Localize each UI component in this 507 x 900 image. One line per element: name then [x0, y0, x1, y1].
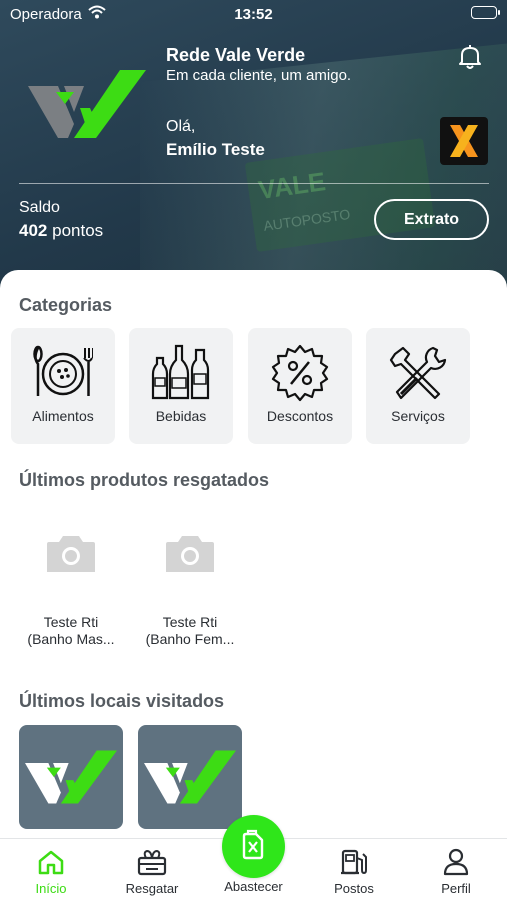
product-name: Teste Rti (Banho Mas... [19, 614, 123, 648]
brand-logo [25, 750, 117, 804]
tab-inicio[interactable]: Início [11, 847, 91, 896]
home-icon [11, 847, 91, 877]
brand-logo [144, 750, 236, 804]
greeting-label: Olá, [166, 118, 196, 135]
tab-perfil[interactable]: Perfil [416, 847, 496, 896]
tools-icon [366, 344, 470, 402]
category-card-bebidas[interactable]: Bebidas [129, 328, 233, 444]
brand-logo [28, 68, 146, 145]
status-bar: Operadora 13:52 [0, 0, 507, 28]
place-card[interactable] [19, 725, 123, 829]
bottles-icon [129, 344, 233, 402]
product-name-line2: (Banho Fem... [145, 631, 235, 647]
statement-button[interactable]: Extrato [374, 199, 489, 240]
tab-resgatar[interactable]: Resgatar [112, 847, 192, 896]
category-label: Bebidas [155, 408, 207, 424]
header-divider [19, 183, 489, 184]
product-name: Teste Rti (Banho Fem... [138, 614, 242, 648]
battery-icon [471, 6, 500, 19]
category-label: Descontos [266, 408, 334, 424]
category-label: Alimentos [32, 408, 94, 424]
notifications-bell-icon[interactable] [458, 44, 482, 75]
product-name-line1: Teste Rti [43, 614, 99, 630]
content-sheet: Categorias Alimentos Bebidas Descontos S… [0, 270, 507, 900]
product-name-line1: Teste Rti [162, 614, 218, 630]
gift-icon [112, 847, 192, 877]
balance-unit: pontos [52, 221, 104, 240]
category-card-descontos[interactable]: Descontos [248, 328, 352, 444]
brand-slogan: Em cada cliente, um amigo. [166, 67, 352, 84]
user-name: Emílio Teste [166, 140, 265, 159]
tab-postos[interactable]: Postos [314, 847, 394, 896]
camera-placeholder-icon [164, 534, 216, 579]
place-card[interactable] [138, 725, 242, 829]
tab-label: Resgatar [125, 881, 179, 896]
tab-label: Início [35, 881, 67, 896]
balance-label: Saldo [19, 199, 60, 216]
status-time: 13:52 [234, 6, 273, 23]
fuel-can-icon [240, 828, 268, 865]
gas-pump-icon [314, 847, 394, 877]
balance-value: 402 pontos [19, 221, 103, 241]
partner-x-logo-icon[interactable] [440, 117, 488, 165]
tab-label: Perfil [441, 881, 471, 896]
category-card-alimentos[interactable]: Alimentos [11, 328, 115, 444]
user-icon [416, 847, 496, 877]
tab-label: Postos [334, 881, 374, 896]
brand-name: Rede Vale Verde [166, 45, 306, 65]
camera-placeholder-icon [45, 534, 97, 579]
category-card-servicos[interactable]: Serviços [366, 328, 470, 444]
abastecer-label: Abastecer [224, 879, 283, 894]
product-name-line2: (Banho Mas... [27, 631, 115, 647]
recent-places-title: Últimos locais visitados [19, 691, 225, 711]
product-card[interactable]: Teste Rti (Banho Mas... [19, 520, 123, 660]
balance-amount: 402 [19, 221, 48, 240]
discount-badge-icon [248, 344, 352, 402]
app-header: VALE AUTOPOSTO Operadora 13:52 Rede Vale… [0, 0, 507, 292]
category-label: Serviços [391, 408, 445, 424]
recent-products-title: Últimos produtos resgatados [19, 470, 270, 490]
abastecer-fab-button[interactable] [222, 815, 285, 878]
categories-title: Categorias [19, 295, 113, 315]
product-card[interactable]: Teste Rti (Banho Fem... [138, 520, 242, 660]
food-plate-icon [11, 344, 115, 402]
